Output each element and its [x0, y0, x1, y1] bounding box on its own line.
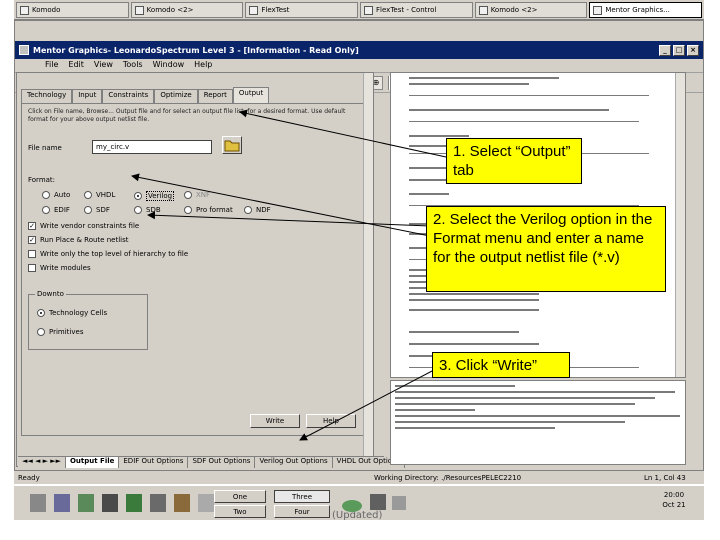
arrow-to-write-button: [299, 369, 435, 441]
arrow-to-verilog-option: [147, 211, 431, 227]
callout-step3: 3. Click “Write”: [432, 352, 570, 378]
arrow-to-file-name: [131, 173, 431, 237]
callout-step1: 1. Select “Output” tab: [446, 138, 582, 184]
callout-step2: 2. Select the Verilog option in the Form…: [426, 206, 666, 292]
arrow-to-output-tab: [239, 109, 447, 158]
